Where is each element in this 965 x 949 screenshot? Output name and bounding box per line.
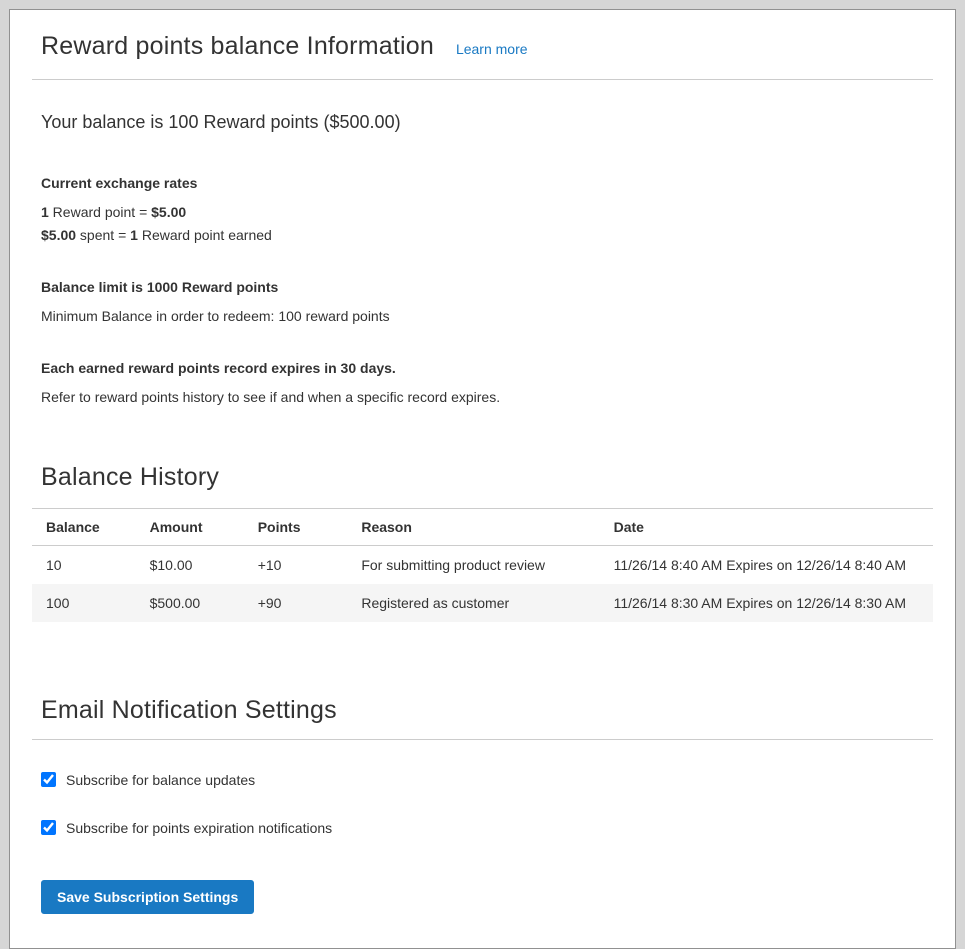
page-title: Reward points balance Information xyxy=(41,32,434,61)
spend-rate-suffix: Reward point earned xyxy=(138,227,272,243)
balance-message: Your balance is 100 Reward points ($500.… xyxy=(41,112,933,133)
email-settings-header: Email Notification Settings xyxy=(32,696,933,740)
cell-points: +90 xyxy=(244,584,348,622)
table-header-row: Balance Amount Points Reason Date xyxy=(32,508,933,545)
column-header-balance: Balance xyxy=(32,508,136,545)
column-header-amount: Amount xyxy=(136,508,244,545)
cell-reason: Registered as customer xyxy=(347,584,599,622)
page-background: Reward points balance Information Learn … xyxy=(0,0,965,882)
learn-more-link[interactable]: Learn more xyxy=(456,41,528,57)
table-row: 10 $10.00 +10 For submitting product rev… xyxy=(32,545,933,584)
page-header: Reward points balance Information Learn … xyxy=(32,32,933,80)
reward-points-card: Reward points balance Information Learn … xyxy=(9,9,956,949)
expiration-notifications-option: Subscribe for points expiration notifica… xyxy=(41,788,933,836)
earn-rate-line: 1 Reward point = $5.00 xyxy=(41,203,933,222)
exchange-rates-heading: Current exchange rates xyxy=(41,175,933,191)
spend-rate-amount: $5.00 xyxy=(41,227,76,243)
table-row: 100 $500.00 +90 Registered as customer 1… xyxy=(32,584,933,622)
cell-date: 11/26/14 8:30 AM Expires on 12/26/14 8:3… xyxy=(600,584,933,622)
cell-balance: 10 xyxy=(32,545,136,584)
cell-points: +10 xyxy=(244,545,348,584)
actions-bar: Save Subscription Settings xyxy=(41,880,933,914)
exchange-rates-block: Current exchange rates 1 Reward point = … xyxy=(41,175,933,245)
balance-updates-checkbox[interactable] xyxy=(41,772,56,787)
spend-rate-mid: spent = xyxy=(76,227,130,243)
balance-updates-label[interactable]: Subscribe for balance updates xyxy=(66,772,255,788)
cell-amount: $10.00 xyxy=(136,545,244,584)
earn-rate-amount: $5.00 xyxy=(151,204,186,220)
balance-history-table: Balance Amount Points Reason Date 10 $10… xyxy=(32,508,933,622)
cell-amount: $500.00 xyxy=(136,584,244,622)
column-header-date: Date xyxy=(600,508,933,545)
cell-balance: 100 xyxy=(32,584,136,622)
min-balance-text: Minimum Balance in order to redeem: 100 … xyxy=(41,307,933,326)
spend-rate-points: 1 xyxy=(130,227,138,243)
limits-block: Balance limit is 1000 Reward points Mini… xyxy=(41,279,933,326)
spend-rate-line: $5.00 spent = 1 Reward point earned xyxy=(41,226,933,245)
balance-history-section: Balance History Balance Amount Points Re… xyxy=(32,463,933,622)
earn-rate-mid: Reward point = xyxy=(49,204,151,220)
expiration-notice: Each earned reward points record expires… xyxy=(41,360,933,376)
cell-date: 11/26/14 8:40 AM Expires on 12/26/14 8:4… xyxy=(600,545,933,584)
expiration-hint: Refer to reward points history to see if… xyxy=(41,388,933,407)
expiration-block: Each earned reward points record expires… xyxy=(41,360,933,407)
balance-history-title: Balance History xyxy=(41,463,933,492)
cell-reason: For submitting product review xyxy=(347,545,599,584)
email-settings-section: Email Notification Settings Subscribe fo… xyxy=(32,696,933,914)
email-settings-title: Email Notification Settings xyxy=(41,696,933,725)
expiration-notifications-label[interactable]: Subscribe for points expiration notifica… xyxy=(66,820,332,836)
column-header-points: Points xyxy=(244,508,348,545)
balance-limit-text: Balance limit is 1000 Reward points xyxy=(41,279,933,295)
save-subscription-settings-button[interactable]: Save Subscription Settings xyxy=(41,880,254,914)
expiration-notifications-checkbox[interactable] xyxy=(41,820,56,835)
balance-updates-option: Subscribe for balance updates xyxy=(41,740,933,788)
earn-rate-points: 1 xyxy=(41,204,49,220)
column-header-reason: Reason xyxy=(347,508,599,545)
